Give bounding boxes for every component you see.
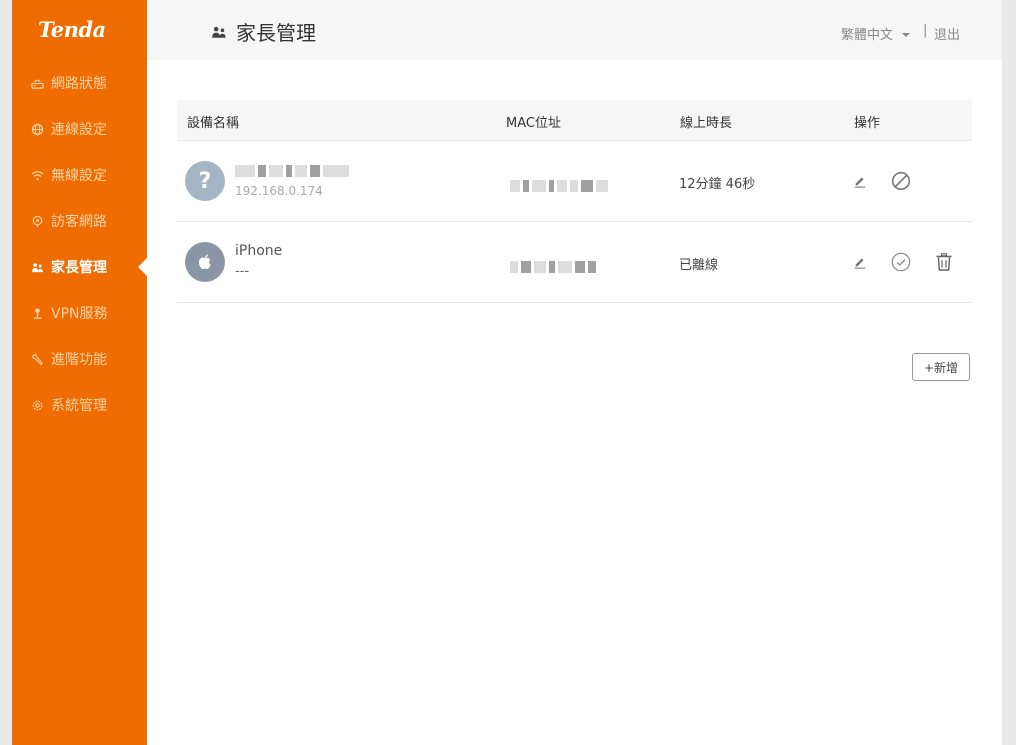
sidebar-item-guest[interactable]: 訪客網路: [12, 198, 147, 244]
mac-address-redacted: [510, 175, 620, 192]
sidebar-item-label: 系統管理: [51, 398, 107, 414]
column-actions: 操作: [854, 116, 881, 131]
wifi-icon: [31, 169, 44, 182]
table-row: ? 192.168.0.174 12分鐘 46秒: [177, 141, 972, 222]
sidebar-item-vpn[interactable]: VPN服務: [12, 290, 147, 336]
parental-icon: [31, 261, 44, 274]
device-sub: ---: [235, 264, 250, 279]
block-icon[interactable]: [891, 171, 911, 191]
device-name-redacted: [235, 163, 352, 179]
language-select[interactable]: 繁體中文: [841, 24, 911, 43]
top-bar: 家長管理 繁體中文 | 退出: [147, 0, 1002, 60]
column-mac: MAC位址: [506, 116, 561, 131]
mac-address-redacted: [510, 256, 620, 273]
sidebar-item-label: 網路狀態: [51, 76, 107, 92]
sidebar-item-parental[interactable]: 家長管理: [12, 244, 147, 290]
check-circle-icon[interactable]: [891, 252, 911, 272]
trash-icon[interactable]: [934, 252, 954, 272]
parental-icon: [211, 24, 227, 40]
main-content: 家長管理 繁體中文 | 退出 設備名稱 MAC位址 線上時長 操作 ? 192.…: [147, 0, 1002, 745]
apple-icon: [185, 242, 225, 282]
sidebar-item-system[interactable]: 系統管理: [12, 382, 147, 428]
edit-icon[interactable]: [850, 252, 870, 272]
sidebar: Tenda 網路狀態 連線設定 無線設定 訪客網路 家長管理 VPN服務 進階功…: [12, 0, 147, 745]
edit-icon[interactable]: [850, 171, 870, 191]
vpn-icon: [31, 307, 44, 320]
question-icon: ?: [185, 161, 225, 201]
sidebar-item-label: 無線設定: [51, 168, 107, 184]
sidebar-item-label: 進階功能: [51, 352, 107, 368]
device-ip: 192.168.0.174: [235, 184, 323, 198]
router-icon: [31, 77, 44, 90]
sidebar-item-label: 訪客網路: [51, 214, 107, 230]
device-table: 設備名稱 MAC位址 線上時長 操作 ? 192.168.0.174 12分鐘 …: [177, 100, 972, 303]
page-title: 家長管理: [211, 17, 316, 46]
online-duration: 已離線: [679, 258, 719, 273]
gear-icon: [31, 399, 44, 412]
sidebar-item-label: 連線設定: [51, 122, 107, 138]
table-header: 設備名稱 MAC位址 線上時長 操作: [177, 100, 972, 141]
sidebar-nav: 網路狀態 連線設定 無線設定 訪客網路 家長管理 VPN服務 進階功能 系統管理: [12, 60, 147, 428]
guest-icon: [31, 215, 44, 228]
header-separator: |: [923, 23, 928, 38]
page-title-text: 家長管理: [236, 21, 316, 45]
sidebar-item-connection[interactable]: 連線設定: [12, 106, 147, 152]
sidebar-item-advanced[interactable]: 進階功能: [12, 336, 147, 382]
sidebar-item-wireless[interactable]: 無線設定: [12, 152, 147, 198]
column-online-time: 線上時長: [680, 116, 733, 131]
tenda-logo: Tenda: [38, 17, 106, 42]
wrench-icon: [31, 353, 44, 366]
globe-icon: [31, 123, 44, 136]
add-button[interactable]: +新增: [912, 353, 970, 381]
sidebar-item-network-status[interactable]: 網路狀態: [12, 60, 147, 106]
sidebar-item-label: VPN服務: [51, 306, 108, 322]
logout-link[interactable]: 退出: [934, 24, 960, 43]
language-label: 繁體中文: [841, 28, 894, 43]
chevron-down-icon: [902, 32, 911, 37]
column-device-name: 設備名稱: [187, 116, 240, 131]
online-duration: 12分鐘 46秒: [679, 177, 756, 192]
device-name: iPhone: [235, 243, 283, 259]
sidebar-item-label: 家長管理: [51, 260, 107, 276]
table-row: iPhone --- 已離線: [177, 222, 972, 303]
